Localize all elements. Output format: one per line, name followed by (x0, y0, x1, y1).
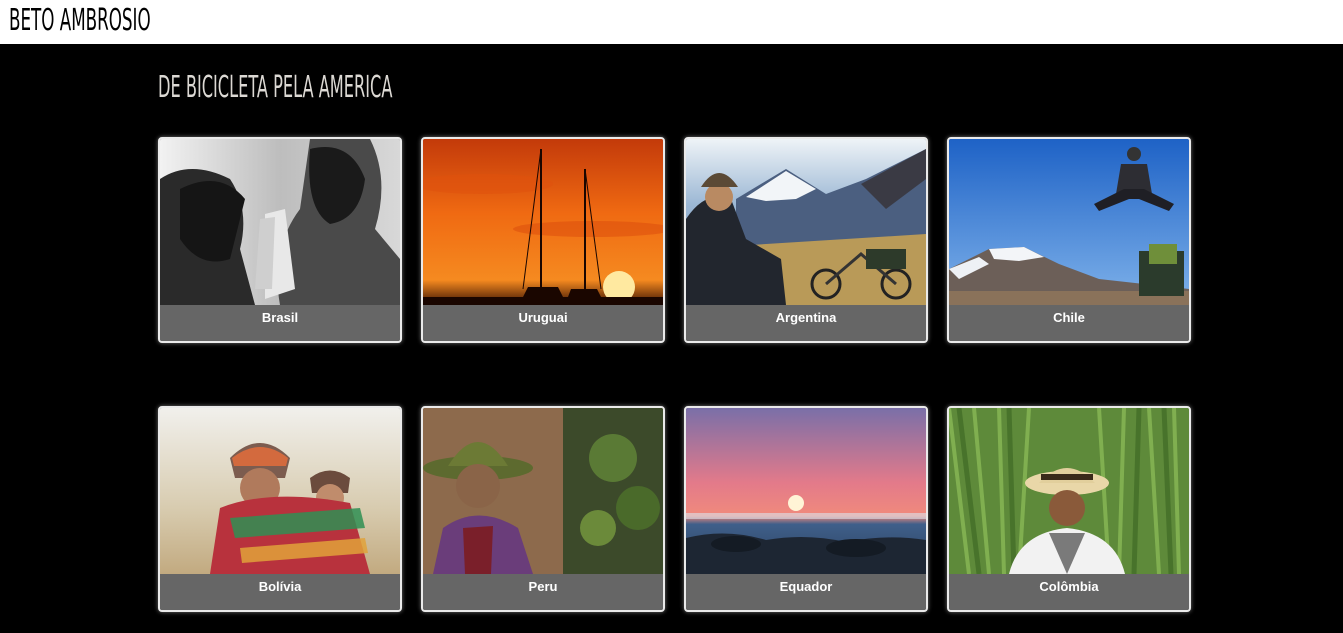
country-photo (160, 139, 400, 305)
country-label: Bolívia (160, 574, 400, 610)
country-card-bolivia[interactable]: Bolívia (158, 406, 402, 612)
header-bar: BETO AMBROSIO (0, 0, 1343, 44)
country-photo (686, 408, 926, 574)
country-card-colombia[interactable]: Colômbia (947, 406, 1191, 612)
country-photo (949, 139, 1189, 305)
country-label: Peru (423, 574, 663, 610)
country-photo (160, 408, 400, 574)
country-photo (423, 139, 663, 305)
country-card-peru[interactable]: Peru (421, 406, 665, 612)
site-title[interactable]: BETO AMBROSIO (9, 2, 151, 40)
country-card-chile[interactable]: Chile (947, 137, 1191, 343)
country-label: Colômbia (949, 574, 1189, 610)
country-photo (686, 139, 926, 305)
country-label: Chile (949, 305, 1189, 341)
country-card-argentina[interactable]: Argentina (684, 137, 928, 343)
country-label: Argentina (686, 305, 926, 341)
country-card-brasil[interactable]: Brasil (158, 137, 402, 343)
page-title: DE BICICLETA PELA AMERICA (158, 70, 393, 105)
country-card-uruguai[interactable]: Uruguai (421, 137, 665, 343)
country-photo (423, 408, 663, 574)
country-photo (949, 408, 1189, 574)
country-label: Brasil (160, 305, 400, 341)
country-label: Uruguai (423, 305, 663, 341)
country-card-equador[interactable]: Equador (684, 406, 928, 612)
country-label: Equador (686, 574, 926, 610)
